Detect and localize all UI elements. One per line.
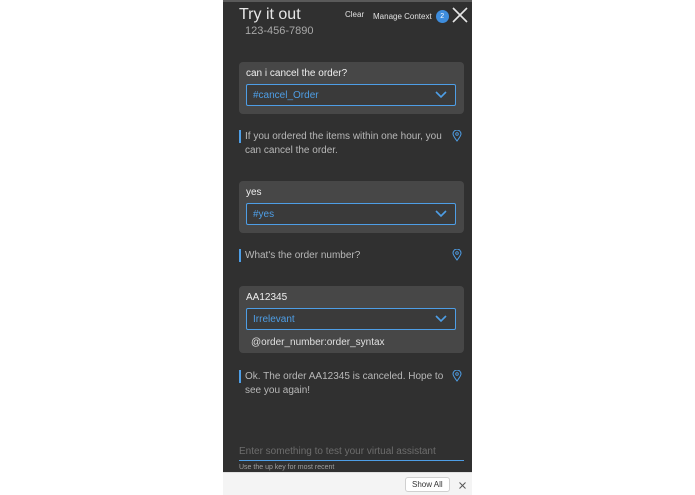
location-pin-icon[interactable] xyxy=(452,130,462,142)
context-count-badge: 2 xyxy=(435,10,449,23)
input-hint: Use the up key for most recent xyxy=(239,463,335,471)
bot-response-text: If you ordered the items within one hour… xyxy=(245,131,442,156)
try-it-out-panel: Try it out 123-456-7890 Clear Manage Con… xyxy=(223,0,472,472)
chevron-down-icon xyxy=(435,315,447,323)
close-icon[interactable] xyxy=(459,482,466,489)
manage-context-label: Manage Context xyxy=(373,12,432,21)
test-assistant-input[interactable] xyxy=(239,443,464,461)
bot-response-text: What's the order number? xyxy=(245,250,361,261)
user-message-card: can i cancel the order? #cancel_Order xyxy=(239,62,464,114)
intent-dropdown[interactable]: #cancel_Order xyxy=(246,84,456,106)
bot-response: What's the order number? xyxy=(239,249,464,265)
user-message-text: AA12345 xyxy=(246,292,288,303)
footer-bar: Show All xyxy=(223,472,472,495)
user-message-card: AA12345 Irrelevant @order_number:order_s… xyxy=(239,286,464,353)
location-pin-icon[interactable] xyxy=(452,370,462,382)
user-message-text: yes xyxy=(246,187,262,198)
intent-label: #yes xyxy=(253,209,275,220)
show-all-button[interactable]: Show All xyxy=(405,477,450,492)
intent-dropdown[interactable]: Irrelevant xyxy=(246,308,456,330)
bot-response-bar xyxy=(239,370,241,383)
bot-response-text: Ok. The order AA12345 is canceled. Hope … xyxy=(245,371,444,396)
manage-context-button[interactable]: Manage Context 2 xyxy=(373,10,449,23)
intent-label: Irrelevant xyxy=(253,314,295,325)
clear-button[interactable]: Clear xyxy=(345,10,364,19)
panel-top-border xyxy=(223,0,472,2)
entity-label[interactable]: @order_number:order_syntax xyxy=(251,337,385,348)
chevron-down-icon xyxy=(435,210,447,218)
test-input-area: Use the up key for most recent xyxy=(239,441,464,471)
location-pin-icon[interactable] xyxy=(452,249,462,261)
bot-response-bar xyxy=(239,130,241,143)
phone-number: 123-456-7890 xyxy=(245,25,314,37)
intent-dropdown[interactable]: #yes xyxy=(246,203,456,225)
bot-response-bar xyxy=(239,249,241,262)
close-icon[interactable] xyxy=(452,7,468,23)
bot-response: Ok. The order AA12345 is canceled. Hope … xyxy=(239,370,464,400)
user-message-card: yes #yes xyxy=(239,181,464,233)
panel-title: Try it out xyxy=(239,6,301,23)
intent-label: #cancel_Order xyxy=(253,90,319,101)
bot-response: If you ordered the items within one hour… xyxy=(239,130,464,160)
user-message-text: can i cancel the order? xyxy=(246,68,348,79)
chevron-down-icon xyxy=(435,91,447,99)
